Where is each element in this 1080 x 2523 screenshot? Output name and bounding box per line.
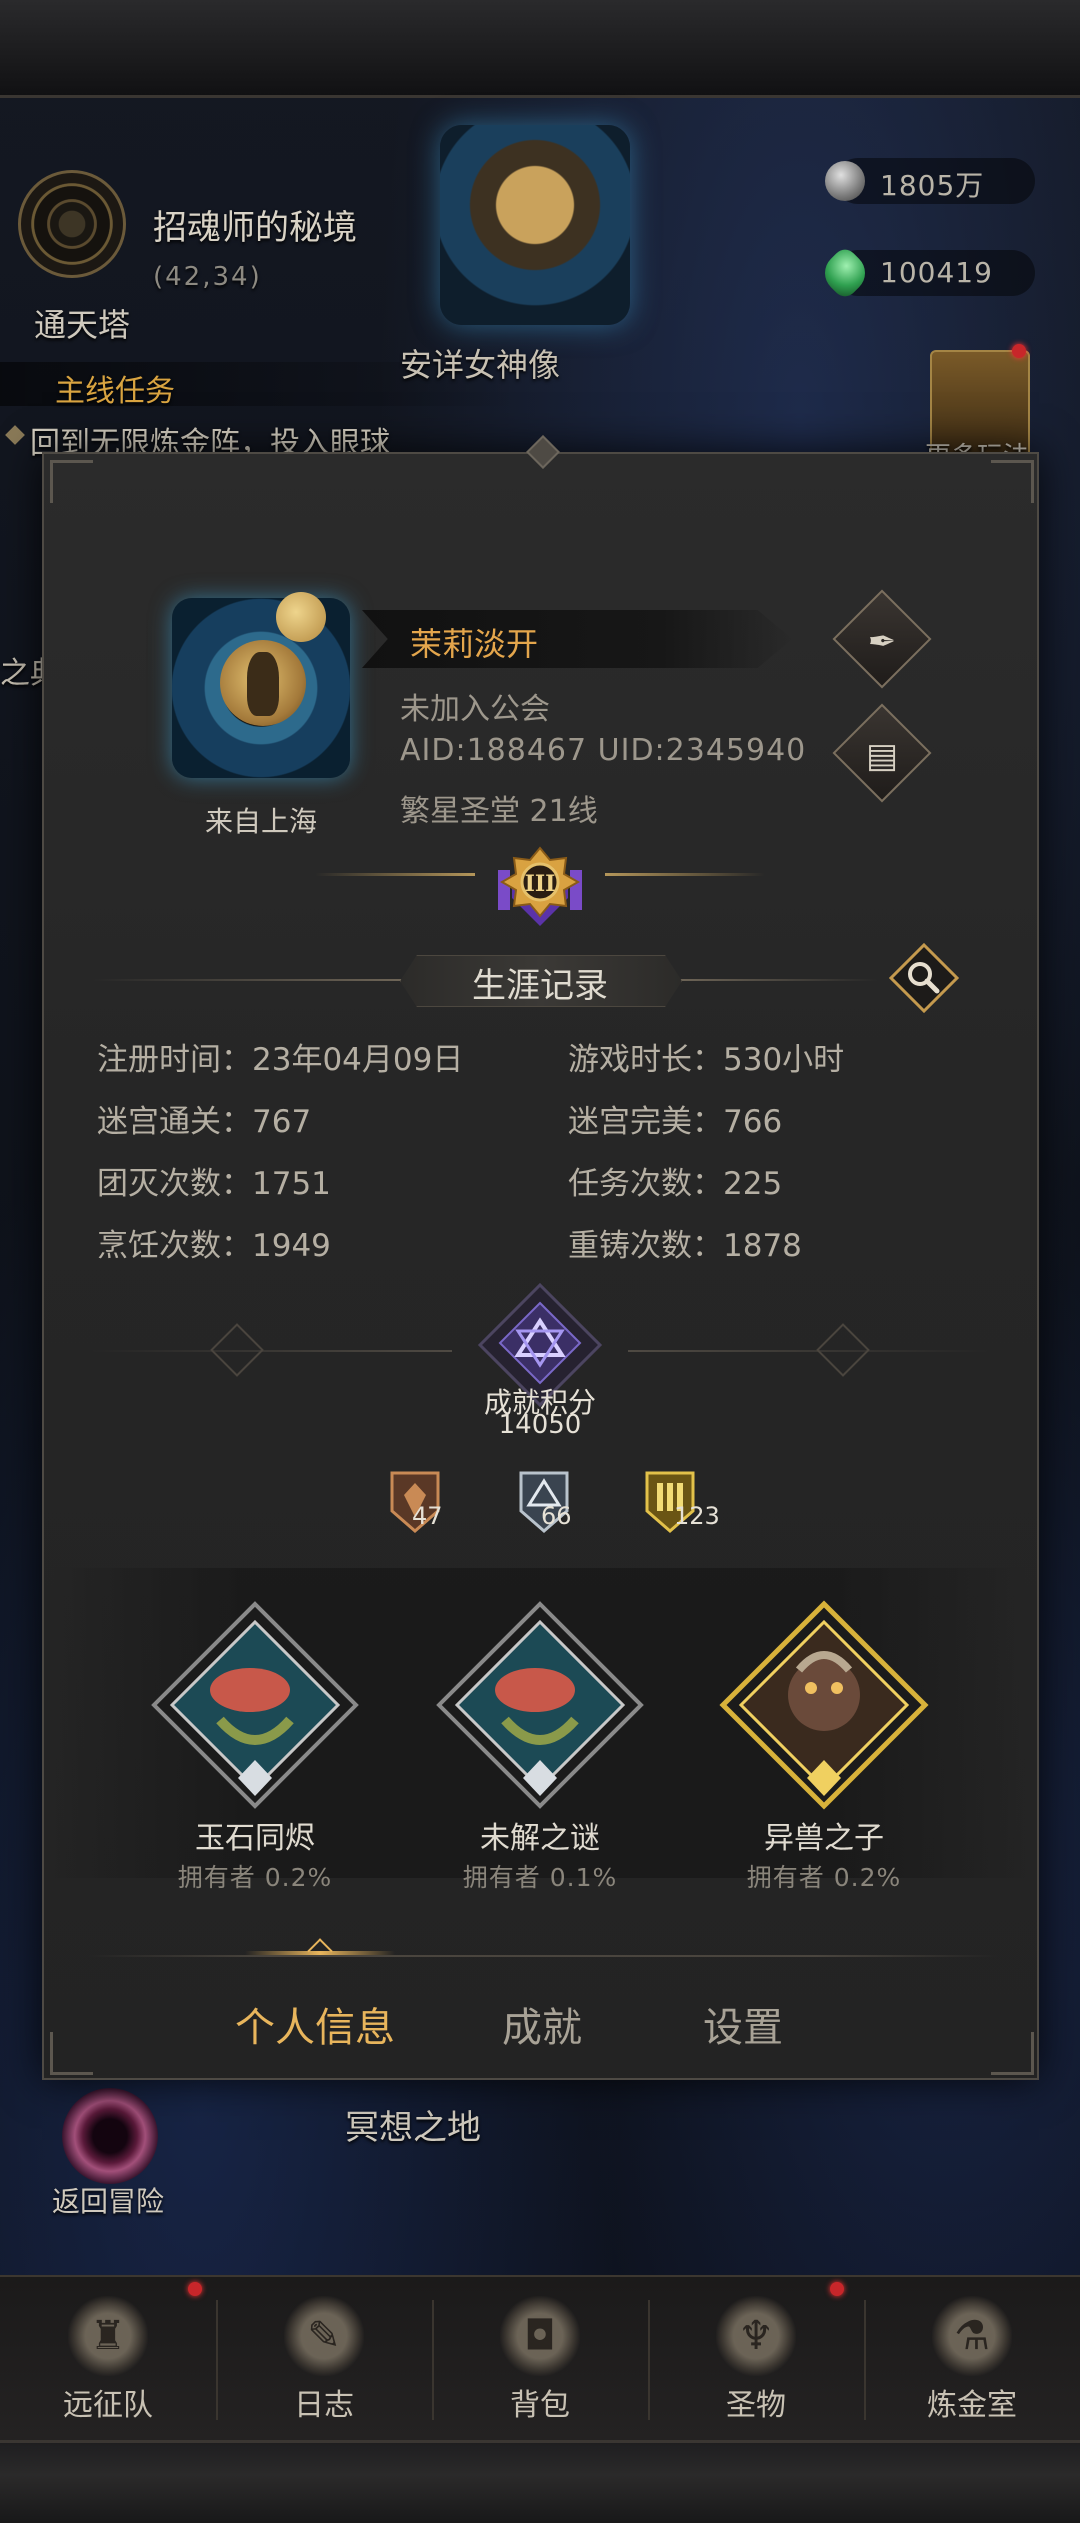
nav-label: 远征队 xyxy=(63,2388,153,2423)
stat-reforge: 重铸次数：1878 xyxy=(568,1228,802,1264)
nav-relics[interactable]: ♆ 圣物 xyxy=(648,2290,864,2430)
currency-gem-value: 100419 xyxy=(880,256,993,289)
currency-silver-value: 1805万 xyxy=(880,169,985,202)
divider-line xyxy=(628,1350,988,1352)
achievement-name: 异兽之子 xyxy=(764,1821,884,1856)
currency-silver[interactable]: 1805万 xyxy=(825,158,1035,204)
currency-gem[interactable]: 100419 xyxy=(816,244,1035,302)
alchemy-icon: ⚗ xyxy=(932,2296,1012,2376)
achievement-name: 玉石同烬 xyxy=(195,1821,315,1856)
divider-line xyxy=(92,1350,452,1352)
tab-settings[interactable]: 设置 xyxy=(703,1995,783,2053)
stat-party-wipes: 团灭次数：1751 xyxy=(97,1166,331,1202)
stat-cooking: 烹饪次数：1949 xyxy=(97,1228,331,1264)
bottom-frame xyxy=(0,2440,1080,2523)
silver-coin-icon xyxy=(825,161,865,201)
notification-dot xyxy=(830,2282,844,2296)
gold-count: 123 xyxy=(674,1502,720,1530)
fish-icon xyxy=(495,1668,575,1712)
bronze-count: 47 xyxy=(412,1502,443,1530)
divider-line xyxy=(92,979,402,981)
player-name: 茉莉淡开 xyxy=(410,625,539,663)
achievement-card-weijie[interactable] xyxy=(435,1600,645,1810)
from-city: 来自上海 xyxy=(205,805,318,838)
achievement-card-yushi[interactable] xyxy=(150,1600,360,1810)
back-to-adventure-label[interactable]: 返回冒险 xyxy=(52,2180,164,2220)
tab-divider xyxy=(88,1955,998,1957)
helmet-icon: ♜ xyxy=(68,2296,148,2376)
rank-line xyxy=(315,873,475,876)
bag-icon: ◘ xyxy=(500,2296,580,2376)
quest-title[interactable]: 主线任务 xyxy=(55,366,175,410)
stat-quests: 任务次数：225 xyxy=(568,1166,783,1202)
silver-count: 66 xyxy=(541,1502,572,1530)
corner-ornament xyxy=(991,460,1034,503)
stat-play-time: 游戏时长：530小时 xyxy=(568,1042,845,1078)
divider-line xyxy=(678,979,878,981)
nav-label: 日志 xyxy=(294,2388,354,2423)
achievement-card-yishou[interactable] xyxy=(719,1600,929,1810)
stat-register-time: 注册时间：23年04月09日 xyxy=(97,1042,464,1078)
achievement-owners: 拥有者 0.2% xyxy=(177,1863,333,1892)
tab-profile[interactable]: 个人信息 xyxy=(235,1995,395,2053)
achievement-owners: 拥有者 0.2% xyxy=(746,1863,902,1892)
tab-achievements[interactable]: 成就 xyxy=(502,1995,582,2053)
scroll-icon: ✎ xyxy=(284,2296,364,2376)
guild-status: 未加入公会 xyxy=(400,692,550,727)
avatar-small-moon xyxy=(276,592,326,642)
player-ids: AID:188467 UID:2345940 xyxy=(400,733,807,768)
nav-label: 炼金室 xyxy=(927,2388,1017,2423)
achievement-owners: 拥有者 0.1% xyxy=(462,1863,618,1892)
rank-numeral: III xyxy=(525,871,556,897)
nav-label: 圣物 xyxy=(726,2388,786,2423)
server-line: 繁星圣堂 21线 xyxy=(400,794,598,829)
search-button[interactable] xyxy=(889,943,959,1013)
location-coords: (42,34) xyxy=(153,262,262,292)
rank-line xyxy=(605,873,765,876)
achievement-name: 未解之谜 xyxy=(480,1821,600,1856)
chalice-icon: ♆ xyxy=(716,2296,796,2376)
nav-alchemy[interactable]: ⚗ 炼金室 xyxy=(864,2290,1080,2430)
fish-icon xyxy=(210,1668,290,1712)
tower-label[interactable]: 通天塔 xyxy=(34,300,130,346)
stat-maze-clear: 迷宫通关：767 xyxy=(97,1104,312,1140)
nav-label: 背包 xyxy=(510,2388,570,2423)
document-icon: ▤ xyxy=(865,735,899,776)
corner-ornament xyxy=(991,2032,1034,2075)
stat-maze-perfect: 迷宫完美：766 xyxy=(568,1104,783,1140)
nav-journal[interactable]: ✎ 日志 xyxy=(216,2290,432,2430)
nav-expedition[interactable]: ♜ 远征队 xyxy=(0,2290,216,2430)
notification-dot xyxy=(1012,344,1026,358)
top-frame xyxy=(0,0,1080,98)
location-ring-icon[interactable] xyxy=(18,170,126,278)
rabbit-icon xyxy=(247,652,279,716)
career-title: 生涯记录 xyxy=(472,966,608,1006)
corner-ornament xyxy=(50,460,93,503)
quill-icon: ✒ xyxy=(867,621,897,662)
portal-icon[interactable] xyxy=(62,2088,158,2184)
notification-dot xyxy=(188,2282,202,2296)
nav-bag[interactable]: ◘ 背包 xyxy=(432,2290,648,2430)
corner-ornament xyxy=(50,2032,93,2075)
statue-label: 安详女神像 xyxy=(400,346,561,384)
location-name: 招魂师的秘境 xyxy=(153,208,357,248)
achievement-score: 14050 xyxy=(498,1410,582,1440)
rank-badge-icon: III xyxy=(498,846,582,926)
statue-portrait[interactable] xyxy=(440,125,630,325)
meditation-label[interactable]: 冥想之地 xyxy=(345,2100,481,2149)
